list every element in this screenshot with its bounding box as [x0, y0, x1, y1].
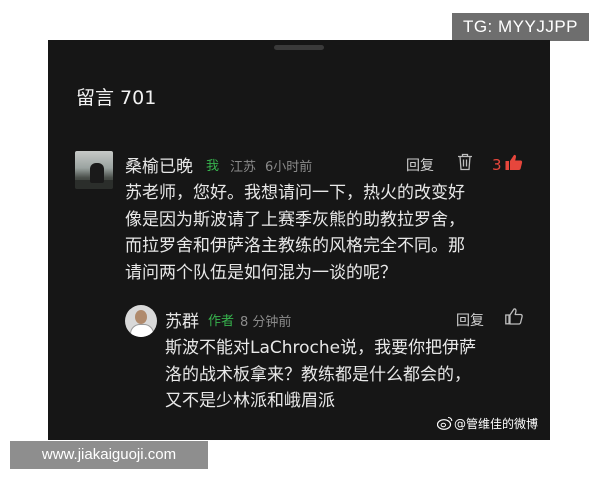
reply-author[interactable]: 苏群	[165, 307, 199, 332]
comment-line: 像是因为斯波请了上赛季灰熊的助教拉罗舍，	[125, 209, 465, 230]
self-tag: 我	[206, 159, 220, 174]
thumbs-up-icon[interactable]	[505, 308, 523, 325]
reply-line: 又不是少林派和峨眉派	[165, 391, 335, 411]
comments-title: 留言	[76, 87, 115, 109]
thumbs-up-icon[interactable]	[505, 154, 523, 171]
avatar[interactable]	[125, 305, 157, 337]
reply-body: 斯波不能对LaChroche说，我要你把伊萨 洛的战术板拿来？教练都是什么都会的…	[165, 335, 476, 415]
comments-count: 701	[120, 87, 157, 109]
reply-button[interactable]: 回复	[456, 310, 484, 330]
comments-heading: 留言 701	[76, 83, 156, 110]
trash-icon[interactable]	[457, 153, 473, 171]
reply-time: 8 分钟前	[240, 315, 292, 330]
comment-body: 苏老师，您好。我想请问一下，热火的改变好 像是因为斯波请了上赛季灰熊的助教拉罗舍…	[125, 180, 465, 286]
avatar[interactable]	[75, 151, 113, 189]
weibo-watermark: @管维佳的微博	[454, 417, 539, 431]
comment-author[interactable]: 桑榆已晚	[125, 152, 193, 177]
site-badge: www.jiakaiguoji.com	[10, 441, 208, 469]
comments-panel: 留言 701 桑榆已晚 我 江苏 6小时前 回复 3 苏老师，您好。我想请问一下，…	[48, 40, 550, 440]
like-count: 3	[492, 156, 502, 174]
comment-line: 苏老师，您好。我想请问一下，热火的改变好	[125, 183, 465, 203]
reply-line: 斯波不能对LaChroche说，我要你把伊萨	[165, 338, 477, 358]
author-tag: 作者	[208, 314, 235, 329]
comment-line: 而拉罗舍和伊萨洛主教练的风格完全不同。那	[125, 236, 465, 256]
reply-line: 洛的战术板拿来？教练都是什么都会的，	[165, 364, 471, 385]
reply-button[interactable]: 回复	[406, 155, 434, 175]
weibo-logo-icon	[437, 416, 453, 430]
comment-line: 请问两个队伍是如何混为一谈的呢？	[125, 262, 397, 283]
drag-handle[interactable]	[274, 45, 324, 50]
comment-time: 6小时前	[265, 160, 313, 175]
comment-location: 江苏	[230, 160, 257, 175]
tg-badge: TG: MYYJJPP	[452, 13, 589, 41]
